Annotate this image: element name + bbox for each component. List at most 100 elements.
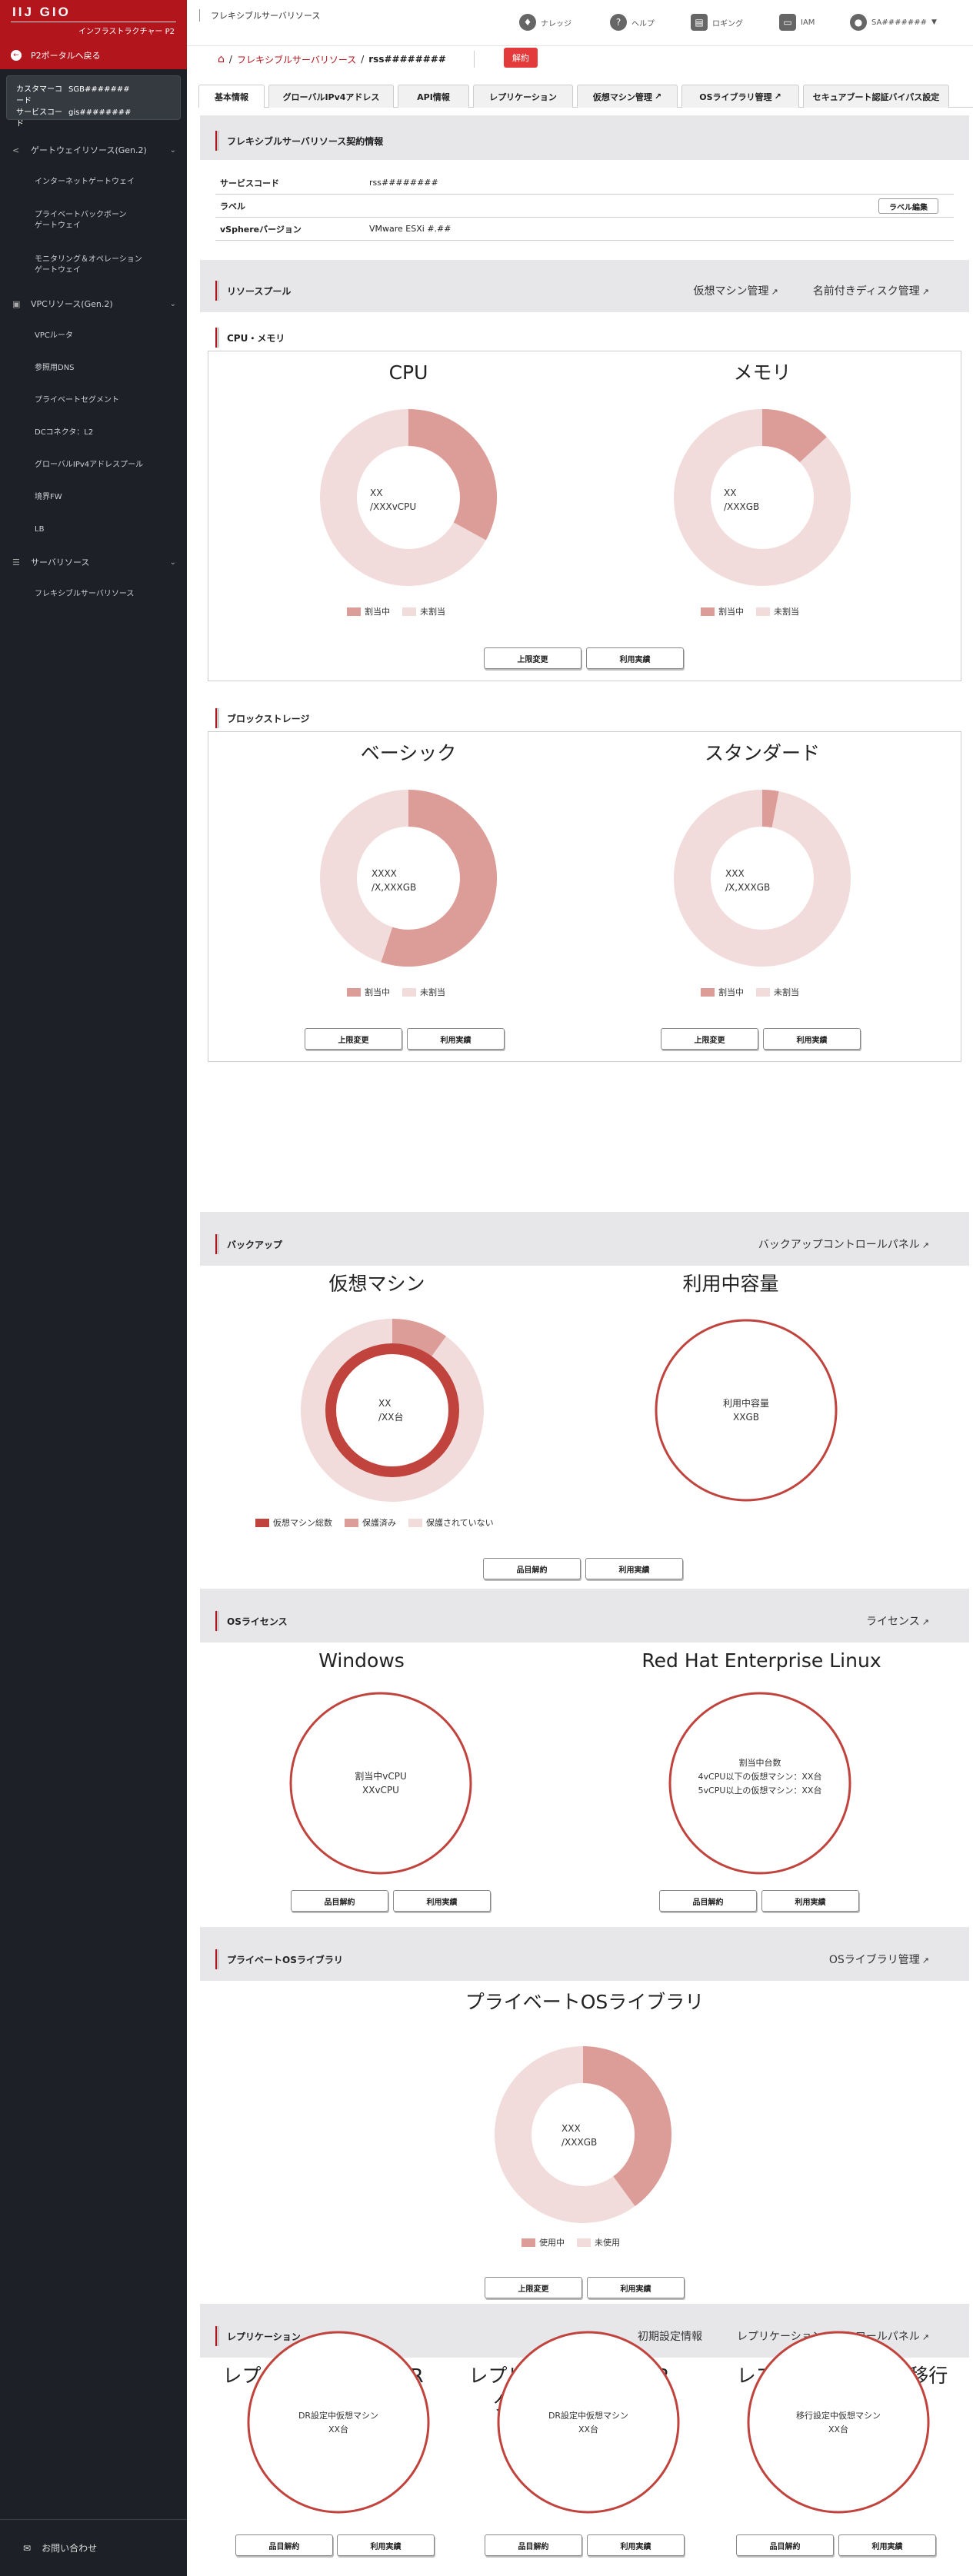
basic-limit-change-button[interactable]: 上限変更: [305, 1028, 402, 1050]
standard-usage-button[interactable]: 利用実績: [763, 1028, 861, 1050]
standard-limit-change-button[interactable]: 上限変更: [661, 1028, 758, 1050]
sidebar-item-internet-gateway[interactable]: インターネットゲートウェイ: [0, 166, 187, 198]
knowledge-link[interactable]: ♦ ナレッジ: [519, 14, 571, 31]
logging-link[interactable]: ▤ ロギング: [691, 14, 743, 31]
block-storage-card: ベーシック スタンダード XXXX/X,XXXGB XXX/X,XXXGB 割当…: [208, 731, 961, 1062]
customer-info-box: カスタマーコード SGB####### サービスコード gis########: [6, 75, 181, 128]
sidebar-item-ipv4-pool[interactable]: グローバルIPv4アドレスプール: [0, 449, 187, 481]
sidebar-section-gateway[interactable]: < ゲートウェイリソース(Gen.2) ⌄: [0, 134, 187, 166]
account-menu[interactable]: ● SA####### ▼: [850, 14, 937, 31]
breadcrumb-parent-link[interactable]: フレキシブルサーバリソース: [237, 53, 356, 66]
home-icon[interactable]: ⌂: [218, 53, 225, 65]
legend-unassigned: 未割当: [756, 986, 799, 998]
os-library-management-link[interactable]: OSライブラリ管理 ↗: [829, 1952, 929, 1967]
private-os-usage-button[interactable]: 利用実績: [587, 2277, 685, 2298]
legend-label: 仮想マシン総数: [273, 1518, 332, 1528]
cpu-limit-change-button[interactable]: 上限変更: [484, 647, 581, 669]
main-content: フレキシブルサーバリソース契約情報 サービスコード rss######## ラベル…: [200, 115, 969, 2576]
legend-label: 未割当: [774, 607, 799, 617]
account-label: SA#######: [871, 18, 928, 27]
private-os-limit-change-button[interactable]: 上限変更: [485, 2277, 582, 2298]
rhel-cancel-item-button[interactable]: 品目解約: [659, 1890, 757, 1912]
sidebar-section-vpc-label: VPCリソース(Gen.2): [31, 299, 113, 309]
section-marker: [215, 131, 219, 151]
tab-secure-boot[interactable]: セキュアブート認証バイパス設定: [803, 85, 949, 108]
named-disk-link[interactable]: 名前付きディスク管理 ↗: [813, 283, 929, 298]
dr-east-usage-button[interactable]: 利用実績: [337, 2534, 435, 2556]
backup-usage-button[interactable]: 利用実績: [585, 1558, 683, 1579]
sidebar-item-private-backbone-gateway[interactable]: プライベートバックボーン ゲートウェイ: [0, 198, 187, 243]
back-to-portal-link[interactable]: ← P2ポータルへ戻る: [11, 49, 101, 62]
rhel-center-text: 割当中台数 4vCPU以下の仮想マシン：XX台 5vCPU以上の仮想マシン：XX台: [668, 1756, 852, 1798]
basic-usage-button[interactable]: 利用実績: [407, 1028, 505, 1050]
sidebar-item-label: プライベートセグメント: [35, 396, 119, 404]
backup-cancel-item-button[interactable]: 品目解約: [483, 1558, 581, 1579]
basic-center-text: XXXX/X,XXXGB: [372, 867, 416, 894]
tab-vm-management[interactable]: 仮想マシン管理 ↗: [577, 85, 678, 108]
legend-used: 使用中: [521, 2236, 565, 2248]
section-marker: [215, 328, 219, 348]
sidebar-section-server-label: サーバリソース: [31, 557, 90, 567]
tab-label: 基本情報: [215, 92, 248, 102]
vm-management-link[interactable]: 仮想マシン管理 ↗: [694, 283, 778, 298]
backup-control-panel-link[interactable]: バックアップコントロールパネル ↗: [758, 1236, 929, 1252]
legend-label: 使用中: [539, 2238, 565, 2248]
help-link[interactable]: ? ヘルプ: [610, 14, 655, 31]
iam-link[interactable]: ▭ IAM: [779, 14, 815, 31]
sidebar-item-flexible-server[interactable]: フレキシブルサーバリソース: [0, 578, 187, 611]
sidebar-item-dns[interactable]: 参照用DNS: [0, 352, 187, 384]
cancel-contract-button[interactable]: 解約: [504, 48, 538, 68]
resource-pool-header: リソースプール 仮想マシン管理 ↗ 名前付きディスク管理 ↗: [200, 269, 969, 312]
link-label: 名前付きディスク管理: [812, 285, 920, 298]
sidebar-item-private-segment[interactable]: プライベートセグメント: [0, 384, 187, 417]
label-edit-button[interactable]: ラベル編集: [878, 198, 938, 214]
external-link-icon: ↗: [921, 1240, 929, 1250]
sidebar-item-monitoring-gateway[interactable]: モニタリング＆オペレーション ゲートウェイ: [0, 243, 187, 288]
service-code-value: gis########: [68, 108, 132, 117]
center-label: 移行設定中仮想マシン: [796, 2411, 881, 2421]
cpu-usage-button[interactable]: 利用実績: [586, 647, 684, 669]
sidebar-section-server[interactable]: ☰ サーバリソース ⌄: [0, 546, 187, 578]
sidebar-section-gateway-label: ゲートウェイリソース(Gen.2): [31, 145, 147, 155]
license-link[interactable]: ライセンス ↗: [866, 1613, 929, 1629]
logging-label: ロギング: [712, 19, 743, 28]
tab-label: セキュアブート認証バイパス設定: [812, 92, 940, 102]
external-link-icon: ↗: [921, 1617, 929, 1627]
legend-swatch: [701, 607, 715, 616]
dr-cross-cancel-item-button[interactable]: 品目解約: [485, 2534, 582, 2556]
windows-cancel-item-button[interactable]: 品目解約: [291, 1890, 388, 1912]
cpu-memory-title: CPU・メモリ: [227, 332, 285, 344]
dr-east-cancel-item-button[interactable]: 品目解約: [235, 2534, 333, 2556]
tab-replication[interactable]: レプリケーション: [473, 85, 573, 108]
private-os-used-value: XXX: [561, 2123, 581, 2134]
external-link-icon: ↗: [654, 92, 662, 102]
contact-link[interactable]: ✉ お問い合わせ: [0, 2519, 187, 2576]
tab-os-library[interactable]: OSライブラリ管理 ↗: [681, 85, 799, 108]
windows-usage-button[interactable]: 利用実績: [393, 1890, 491, 1912]
contract-key: ラベル: [220, 201, 245, 211]
contract-panel: サービスコード rss######## ラベル ラベル編集 vSphereバージョ…: [200, 160, 969, 260]
tab-basic-info[interactable]: 基本情報: [198, 85, 265, 108]
user-icon: ●: [850, 14, 867, 31]
donut-assigned-segment: [761, 790, 779, 828]
standard-center-text: XXX/X,XXXGB: [725, 867, 770, 894]
migration-usage-button[interactable]: 利用実績: [838, 2534, 936, 2556]
sidebar-item-boundary-fw[interactable]: 境界FW: [0, 481, 187, 514]
sidebar-item-dc-connector[interactable]: DCコネクタ：L2: [0, 417, 187, 449]
rhel-usage-button[interactable]: 利用実績: [761, 1890, 859, 1912]
sidebar-section-vpc[interactable]: ▣ VPCリソース(Gen.2) ⌄: [0, 288, 187, 320]
contract-row-label: ラベル ラベル編集: [215, 195, 954, 218]
migration-cancel-item-button[interactable]: 品目解約: [736, 2534, 834, 2556]
standard-legend: 割当中 未割当: [701, 986, 799, 998]
sidebar-item-vpc-router[interactable]: VPCルータ: [0, 320, 187, 352]
cpu-memory-card: CPU メモリ XX/XXXvCPU XX/XXXGB 割当中 未割当 割当中 未割…: [208, 351, 961, 681]
legend-swatch: [756, 607, 770, 616]
sidebar-item-label: プライベートバックボーン ゲートウェイ: [35, 211, 127, 230]
sidebar-item-lb[interactable]: LB: [0, 514, 187, 546]
tab-api-info[interactable]: API情報: [398, 85, 469, 108]
tab-label: 仮想マシン管理: [592, 92, 652, 102]
tab-global-ipv4[interactable]: グローバルIPv4アドレス: [268, 85, 394, 108]
dr-cross-usage-button[interactable]: 利用実績: [587, 2534, 685, 2556]
sidebar-item-label: 境界FW: [35, 493, 62, 501]
memory-legend: 割当中 未割当: [701, 605, 799, 617]
